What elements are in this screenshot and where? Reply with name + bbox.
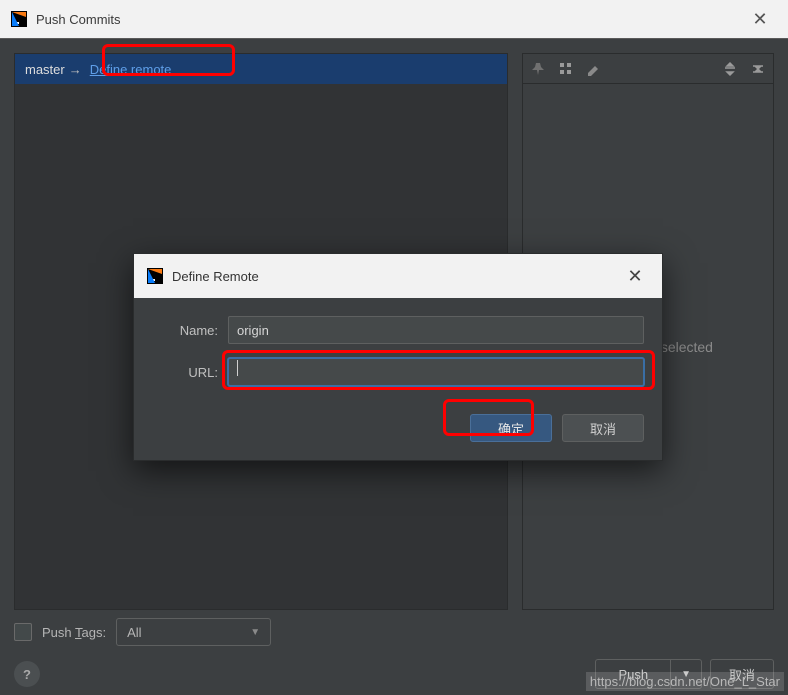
dialog-cancel-button[interactable]: 取消 (562, 414, 644, 442)
url-label: URL: (152, 365, 218, 380)
push-tags-checkbox[interactable] (14, 623, 32, 641)
push-tags-selected: All (127, 625, 141, 640)
dialog-ok-button[interactable]: 确定 (470, 414, 552, 442)
intellij-logo-icon (10, 10, 28, 28)
branch-row[interactable]: master → Define remote (15, 54, 507, 84)
define-remote-link[interactable]: Define remote (90, 62, 172, 77)
remote-name-input[interactable] (228, 316, 644, 344)
dialog-title: Define Remote (172, 269, 259, 284)
collapse-all-icon[interactable] (749, 60, 767, 78)
push-tags-combobox[interactable]: All ▼ (116, 618, 271, 646)
name-label: Name: (152, 323, 218, 338)
push-tags-label: Push Tags: (42, 625, 106, 640)
window-close-button[interactable]: ✕ (742, 9, 778, 30)
window-title: Push Commits (36, 12, 121, 27)
dialog-close-button[interactable]: ✕ (620, 266, 650, 287)
intellij-logo-icon (146, 267, 164, 285)
chevron-down-icon: ▼ (250, 627, 260, 638)
text-caret (237, 360, 238, 376)
pin-icon[interactable] (529, 60, 547, 78)
local-branch-label: master (25, 62, 65, 77)
window-titlebar: Push Commits ✕ (0, 0, 788, 39)
define-remote-dialog: Define Remote ✕ Name: URL: 确定 取消 (133, 253, 663, 461)
grid-icon[interactable] (557, 60, 575, 78)
help-button[interactable]: ? (14, 661, 40, 687)
edit-icon[interactable] (585, 60, 603, 78)
arrow-right-icon: → (69, 62, 82, 77)
watermark: https://blog.csdn.net/One_L_Star (586, 672, 784, 691)
remote-url-input[interactable] (228, 358, 644, 386)
expand-all-icon[interactable] (721, 60, 739, 78)
